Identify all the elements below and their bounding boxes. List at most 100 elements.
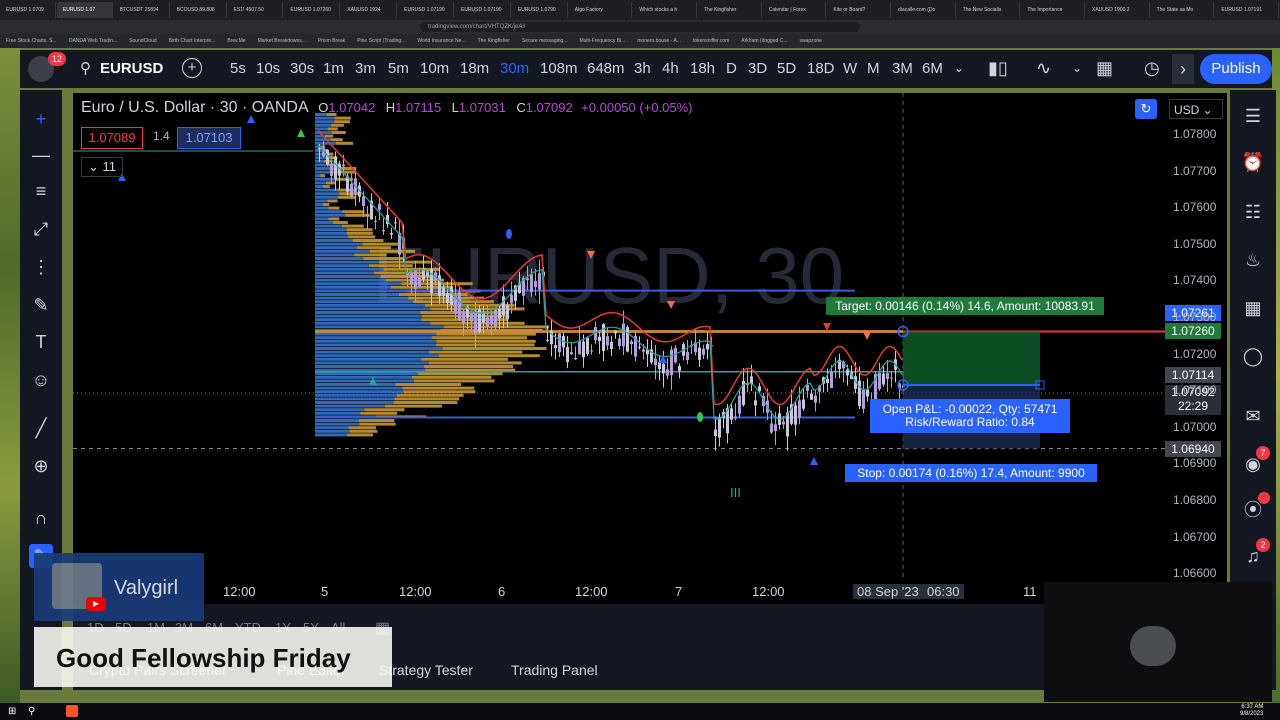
bookmark-item[interactable]: Pine Script (Trading... [357,38,405,44]
ideas-bulb-icon[interactable]: ◯ [1241,344,1265,368]
timeframe-W[interactable]: W [843,60,857,77]
price-chart-svg[interactable]: EURUSD, 30IIITarget: 0.00146 (0.14%) 14.… [73,93,1165,578]
search-icon[interactable]: ⚲ [28,706,35,717]
timeframe-M[interactable]: M [867,60,880,77]
browser-tab[interactable]: diacalle.com (Do [892,2,956,18]
magnet-icon[interactable]: ∩ [29,506,53,530]
browser-tab[interactable]: EURUSD 1.07191 [1215,2,1279,18]
timeframe-5m[interactable]: 5m [388,60,409,77]
bookmark-item[interactable]: Prism Break [318,38,345,44]
browser-tab[interactable]: Algo Factory [569,2,633,18]
bookmark-item[interactable]: monero.bouse - A... [637,38,681,44]
browser-tab[interactable]: EURUSD 1.07260 [284,2,340,18]
browser-tab[interactable]: EURUSD 1.07 [57,2,113,18]
bookmark-item[interactable]: SoundCloud [129,38,157,44]
chevron-down-icon[interactable]: ⌄ [1072,61,1082,75]
emoji-icon[interactable]: ☺ [29,368,53,392]
browser-tab[interactable]: The State as Mo [1151,2,1215,18]
pattern-icon[interactable]: ⤢ [29,217,53,241]
timeframe-18D[interactable]: 18D [807,60,835,77]
timeframe-30m[interactable]: 30m [500,60,529,77]
ruler-icon[interactable]: ╱ [29,416,53,440]
browser-tab[interactable]: ES1! 4507.50 [228,2,284,18]
browser-tab[interactable]: The Importance [1021,2,1085,18]
bookmark-item[interactable]: Brev.Me [227,38,245,44]
fib-icon[interactable]: ≡ [29,179,53,203]
bookmark-item[interactable]: Secure messaging... [522,38,568,44]
sell-button[interactable]: 1.07089 [81,127,143,149]
browser-tab[interactable]: EURUSD 1.07190 [398,2,454,18]
timeframe-1m[interactable]: 1m [323,60,344,77]
chart-pane[interactable]: EURUSD, 30 III Target: 0.00146 (0.14%) 14.… [73,93,1165,578]
bookmark-item[interactable]: Multi-Frequency Bi... [579,38,625,44]
timeframe-5D[interactable]: 5D [777,60,796,77]
bookmark-item[interactable]: World Insurance Ne... [417,38,465,44]
browser-tab[interactable]: EURUSD 1.07190 [455,2,511,18]
browser-tab[interactable]: XAUUSD 1924 [341,2,397,18]
bookmark-item[interactable]: The Kingfisher [478,38,510,44]
browser-tab[interactable]: BCOUSD 89.808 [171,2,227,18]
browser-tab[interactable]: BTCUSDT 25894 [114,2,170,18]
timeframe-30s[interactable]: 30s [290,60,314,77]
browser-tab[interactable]: Calendar | Forex [763,2,827,18]
timeframe-18h[interactable]: 18h [690,60,715,77]
timeframe-3D[interactable]: 3D [748,60,767,77]
symbol-search-button[interactable]: EURUSD [100,60,163,77]
browser-tab[interactable]: EURUSD 1.0709 [0,2,56,18]
browser-tab[interactable]: Which stocks a h [633,2,697,18]
collapse-toolbar-icon[interactable]: › [1172,54,1194,84]
buy-button[interactable]: 1.07103 [177,127,241,149]
bookmark-item[interactable]: Arkham (dogged C... [741,38,787,44]
candles-icon[interactable]: ▮▯ [988,58,1008,79]
timeframe-10s[interactable]: 10s [256,60,280,77]
chevron-down-icon[interactable]: ⌄ [954,61,964,75]
crosshair-icon[interactable]: + [29,107,53,131]
zoom-in-icon[interactable]: ⊕ [29,454,53,478]
browser-tab[interactable]: EURUSD 1.0790 [512,2,568,18]
timeframe-18m[interactable]: 18m [460,60,489,77]
bottom-tab[interactable]: Strategy Tester [379,662,473,678]
bookmark-item[interactable]: swapzone [799,38,822,44]
timeframe-3m[interactable]: 3m [355,60,376,77]
brush-icon[interactable]: ✎ [29,293,53,317]
bookmark-item[interactable]: Market Breakdowns... [258,38,306,44]
replay-icon[interactable]: ↻ [1135,99,1157,119]
timeframe-D[interactable]: D [726,60,737,77]
watchlist-icon[interactable]: ☰ [1241,104,1265,128]
bottom-tab[interactable]: Trading Panel [511,662,598,678]
bookmark-item[interactable]: OANDA Web Tradin... [69,38,118,44]
layout-icon[interactable]: ▦ [1096,58,1113,79]
text-icon[interactable]: T [29,330,53,354]
browser-tab[interactable]: Kite or Board? [827,2,891,18]
timeframe-10m[interactable]: 10m [420,60,449,77]
publish-button[interactable]: Publish [1200,54,1272,84]
list-plus-icon[interactable]: ☷ [1241,200,1265,224]
price-axis[interactable]: USD ⌄ 1.07261 1.07260 1.07114 1.07092 22… [1165,93,1227,578]
bookmark-item[interactable]: tokensniffer.com [693,38,729,44]
browser-tab[interactable]: The Kingfisher [698,2,762,18]
brave-icon[interactable] [66,705,78,717]
indicators-icon[interactable]: ∿ [1036,58,1051,79]
chat-icon[interactable]: ✉ [1241,404,1265,428]
timeframe-648m[interactable]: 648m [587,60,625,77]
indicators-toggle[interactable]: ⌄ 11 [81,157,123,177]
timeframe-3h[interactable]: 3h [634,60,651,77]
browser-tab[interactable]: The New Socialis [957,2,1021,18]
calendar-icon[interactable]: ▦ [1241,296,1265,320]
timeframe-108m[interactable]: 108m [540,60,578,77]
hotlist-icon[interactable]: ♨ [1241,248,1265,272]
start-icon[interactable]: ⊞ [8,706,16,717]
bookmark-item[interactable]: Free Stock Charts, S... [6,38,57,44]
timeframe-6M[interactable]: 6M [922,60,943,77]
projection-icon[interactable]: ⋮ [29,255,53,279]
timeframe-3M[interactable]: 3M [892,60,913,77]
timeframe-4h[interactable]: 4h [662,60,679,77]
add-symbol-icon[interactable]: + [182,58,202,78]
url-field[interactable]: tradingview.com/chart/VHTQZK/jeAl/ [420,22,860,32]
alarm-clock-icon[interactable]: ⏰ [1241,150,1265,174]
alert-plus-icon[interactable]: ◷ [1144,58,1160,79]
browser-tab[interactable]: XAUUSD 1900.2 [1086,2,1150,18]
timeframe-5s[interactable]: 5s [230,60,246,77]
currency-select[interactable]: USD ⌄ [1169,99,1223,119]
trend-line-icon[interactable]: — [29,143,53,167]
